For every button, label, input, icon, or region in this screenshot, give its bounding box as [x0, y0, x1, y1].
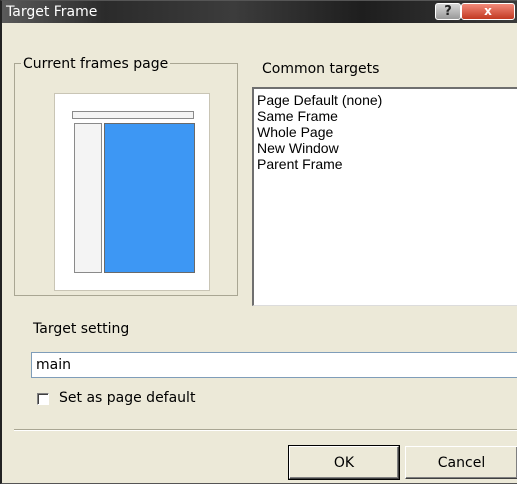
- target-setting-input[interactable]: [31, 352, 517, 378]
- close-button[interactable]: x: [461, 3, 515, 20]
- list-item-whole-page[interactable]: Whole Page: [254, 124, 517, 140]
- separator: [14, 429, 517, 431]
- title-bar[interactable]: Target Frame ? x: [2, 1, 517, 23]
- list-item-page-default[interactable]: Page Default (none): [254, 92, 517, 108]
- set-page-default-checkbox[interactable]: [37, 393, 49, 405]
- target-setting-label: Target setting: [33, 321, 130, 337]
- list-item-new-window[interactable]: New Window: [254, 140, 517, 156]
- common-targets-list[interactable]: Page Default (none) Same Frame Whole Pag…: [252, 87, 517, 306]
- window-title: Target Frame: [6, 4, 98, 20]
- frame-preview-left: [74, 123, 102, 273]
- list-item-same-frame[interactable]: Same Frame: [254, 108, 517, 124]
- set-page-default-label[interactable]: Set as page default: [59, 391, 195, 405]
- frame-preview-main-selected[interactable]: [104, 123, 195, 273]
- frame-preview-top: [72, 111, 194, 119]
- current-frames-label: Current frames page: [21, 56, 171, 72]
- ok-button[interactable]: OK: [288, 445, 400, 480]
- list-item-parent-frame[interactable]: Parent Frame: [254, 156, 517, 172]
- cancel-button[interactable]: Cancel: [405, 446, 517, 479]
- help-button[interactable]: ?: [435, 3, 461, 20]
- common-targets-label: Common targets: [262, 61, 380, 77]
